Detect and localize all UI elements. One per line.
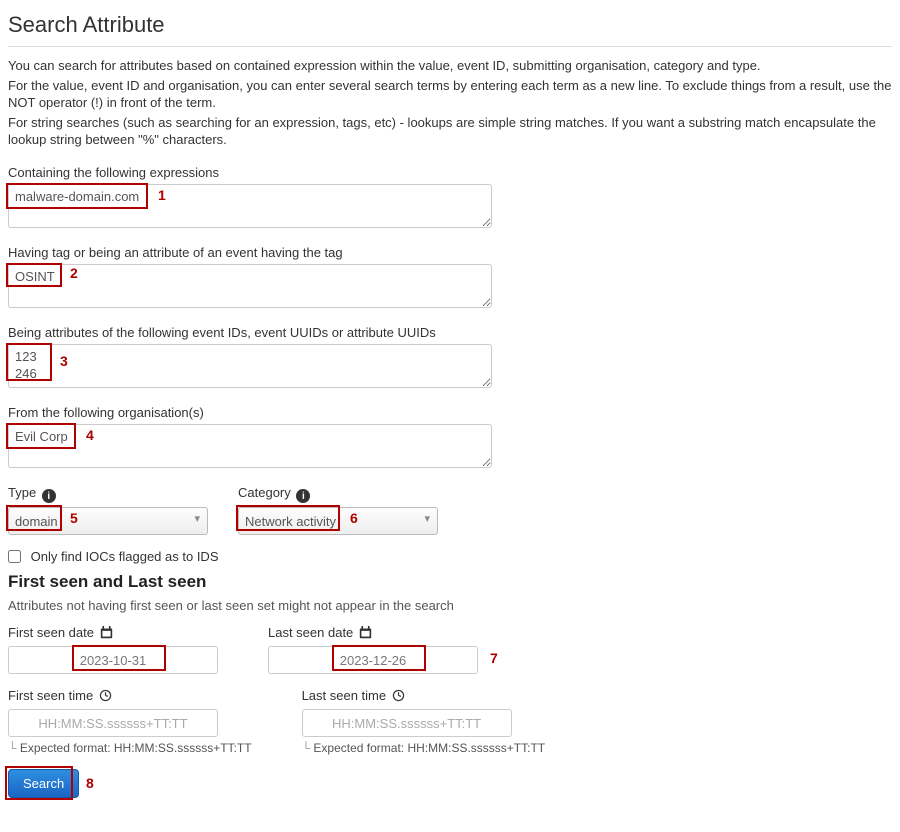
help-line: For string searches (such as searching f…: [8, 114, 892, 149]
info-icon: i: [42, 489, 56, 503]
type-label: Type i: [8, 485, 208, 504]
category-select[interactable]: Network activity: [238, 507, 438, 535]
last-seen-time-input[interactable]: [302, 709, 512, 737]
type-select[interactable]: domain: [8, 507, 208, 535]
last-seen-date-input[interactable]: [268, 646, 478, 674]
first-seen-date-label: First seen date: [8, 625, 218, 642]
seen-heading: First seen and Last seen: [8, 572, 892, 592]
last-seen-time-hint: Expected format: HH:MM:SS.ssssss+TT:TT: [302, 741, 546, 755]
last-seen-time-label: Last seen time: [302, 688, 546, 705]
clock-icon: [392, 689, 405, 705]
help-text: You can search for attributes based on c…: [8, 57, 892, 149]
help-line: You can search for attributes based on c…: [8, 57, 892, 75]
tags-input[interactable]: [8, 264, 492, 308]
annotation-number-7: 7: [490, 650, 498, 666]
ids-checkbox-text: Only find IOCs flagged as to IDS: [31, 549, 219, 564]
clock-icon: [99, 689, 112, 705]
first-seen-time-hint: Expected format: HH:MM:SS.ssssss+TT:TT: [8, 741, 252, 755]
orgs-input[interactable]: [8, 424, 492, 468]
ids-input[interactable]: [8, 344, 492, 388]
seen-subhelp: Attributes not having first seen or last…: [8, 598, 892, 613]
category-label: Category i: [238, 485, 438, 504]
calendar-icon: [359, 626, 372, 642]
ids-checkbox-label[interactable]: Only find IOCs flagged as to IDS: [8, 549, 219, 564]
title-divider: [8, 46, 892, 47]
expressions-input[interactable]: [8, 184, 492, 228]
first-seen-time-label: First seen time: [8, 688, 252, 705]
last-seen-date-label: Last seen date: [268, 625, 478, 642]
page-title: Search Attribute: [8, 12, 892, 38]
search-button[interactable]: Search: [8, 769, 79, 798]
info-icon: i: [296, 489, 310, 503]
first-seen-date-input[interactable]: [8, 646, 218, 674]
expressions-label: Containing the following expressions: [8, 165, 892, 180]
tags-label: Having tag or being an attribute of an e…: [8, 245, 892, 260]
ids-checkbox[interactable]: [8, 550, 21, 563]
help-line: For the value, event ID and organisation…: [8, 77, 892, 112]
first-seen-time-input[interactable]: [8, 709, 218, 737]
calendar-icon: [100, 626, 113, 642]
orgs-label: From the following organisation(s): [8, 405, 892, 420]
ids-label: Being attributes of the following event …: [8, 325, 892, 340]
annotation-number-8: 8: [86, 775, 94, 791]
